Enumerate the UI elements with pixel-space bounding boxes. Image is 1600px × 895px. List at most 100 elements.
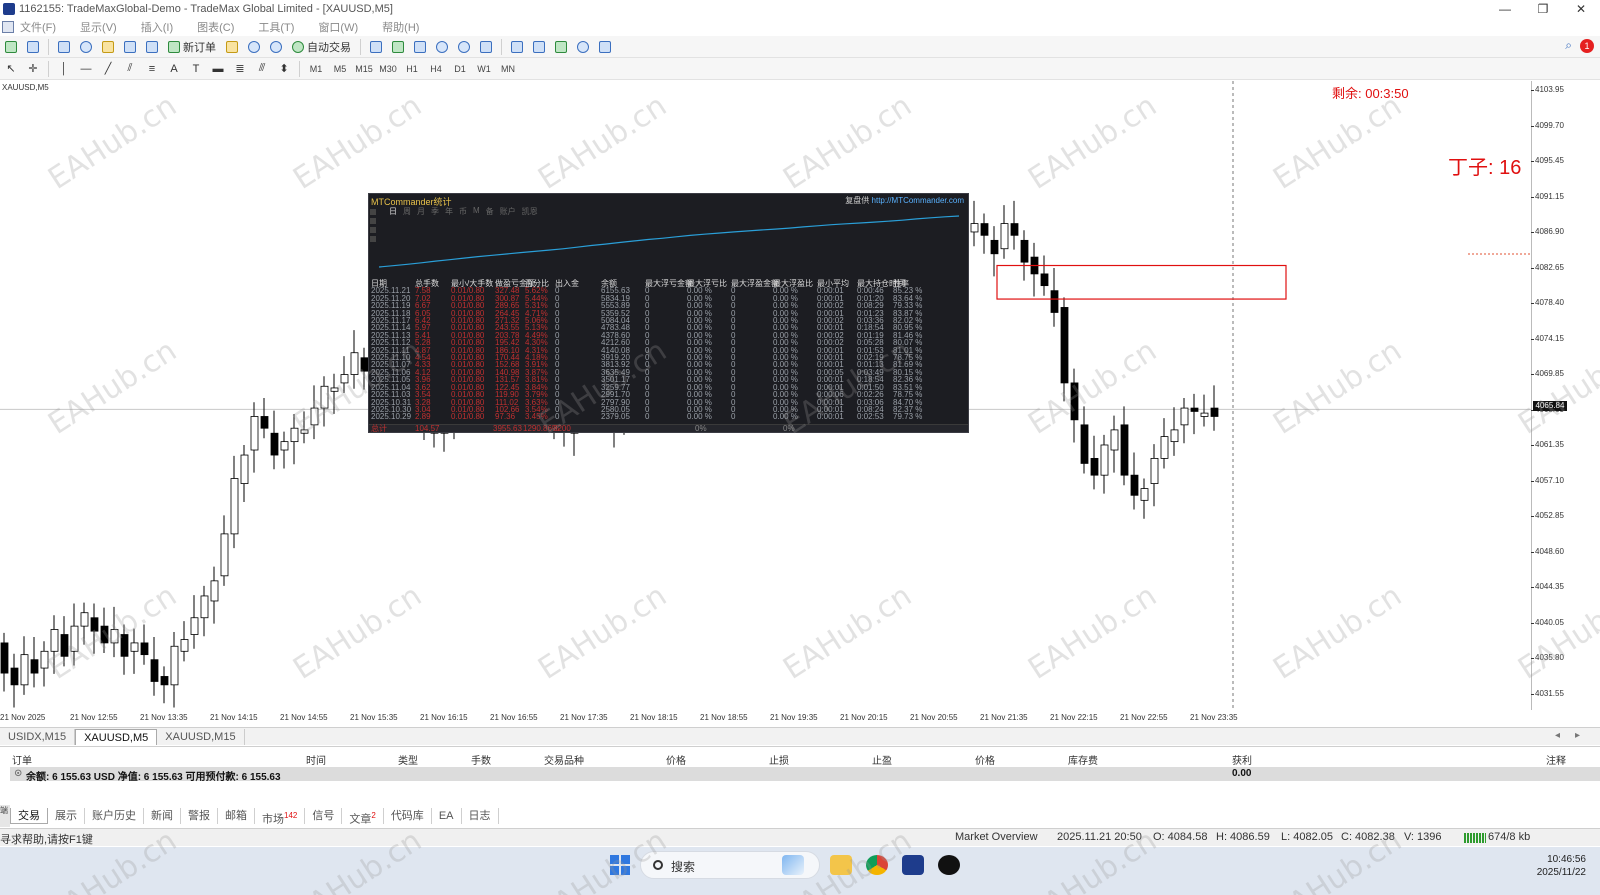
price-chart[interactable]: XAUUSD,M5 剩余: 00:3:50 丁子: 16 MTCommander… [0,81,1532,710]
menu-help[interactable]: 帮助(H) [382,19,419,35]
text-icon[interactable]: A [164,60,184,78]
chart-tab-xauusd-m15[interactable]: XAUUSD,M15 [157,729,245,745]
market-watch-icon[interactable] [54,38,74,56]
horizontal-line-icon[interactable]: — [76,60,96,78]
mtc-url-link[interactable]: http://MTCommander.com [872,196,964,205]
col-price[interactable]: 价格 [666,752,686,767]
col-profit[interactable]: 获利 [1232,752,1252,767]
periods-icon[interactable] [573,38,593,56]
timeframe-m30[interactable]: M30 [377,60,399,78]
col-tp[interactable]: 止盈 [872,752,892,767]
auto-trading-button[interactable]: 自动交易 [288,38,355,56]
timeframe-d1[interactable]: D1 [449,60,471,78]
menu-window[interactable]: 窗口(W) [318,19,358,35]
timeframe-w1[interactable]: W1 [473,60,495,78]
tile-windows-icon[interactable] [476,38,496,56]
menu-file[interactable]: 文件(F) [20,19,56,35]
label-icon[interactable]: T [186,60,206,78]
timeframe-mn[interactable]: MN [497,60,519,78]
widgets-icon[interactable] [782,855,804,875]
col-type[interactable]: 类型 [398,752,418,767]
menu-tools[interactable]: 工具(T) [258,19,294,35]
timeframe-m5[interactable]: M5 [329,60,351,78]
col-current-price[interactable]: 价格 [975,752,995,767]
cursor-icon[interactable]: ↖ [1,60,21,78]
new-order-button[interactable]: 新订单 [164,38,220,56]
menu-view[interactable]: 显示(V) [80,19,117,35]
rectangle-icon[interactable]: ▬ [208,60,228,78]
col-time[interactable]: 时间 [306,752,326,767]
zoom-in-icon[interactable] [432,38,452,56]
profiles-icon[interactable] [23,38,43,56]
mtcommander-panel[interactable]: MTCommander统计 复盘供 http://MTCommander.com… [368,193,969,433]
pitchfork-icon[interactable]: ⫻ [252,60,272,78]
col-swap[interactable]: 库存费 [1068,752,1098,767]
balance-row[interactable]: ⊙ 余额: 6 155.63 USD 净值: 6 155.63 可用预付款: 6… [10,767,1600,783]
windows-start-icon[interactable] [610,855,630,875]
col-lots[interactable]: 手数 [471,752,491,767]
col-sl[interactable]: 止损 [769,752,789,767]
col-comment[interactable]: 注释 [1546,752,1566,767]
crosshair-icon[interactable]: ✛ [23,60,43,78]
vertical-line-icon[interactable]: │ [54,60,74,78]
minimize-button[interactable]: — [1486,0,1524,18]
signals-icon[interactable] [266,38,286,56]
terminal-tab[interactable]: 警报 [181,808,218,824]
candlestick-icon[interactable] [388,38,408,56]
indicators-icon[interactable] [551,38,571,56]
connection-bars-icon[interactable] [1464,833,1486,843]
data-window-icon[interactable] [76,38,96,56]
gann-icon[interactable]: ≣ [230,60,250,78]
metatrader-icon[interactable] [902,855,924,875]
qq-icon[interactable] [938,855,960,875]
chart-shift-icon[interactable] [529,38,549,56]
terminal-tab[interactable]: 账户历史 [85,808,144,824]
terminal-tab[interactable]: 日志 [462,808,499,824]
terminal-tab[interactable]: 展示 [48,808,85,824]
templates-icon[interactable] [595,38,615,56]
new-chart-icon[interactable] [1,38,21,56]
taskbar-clock[interactable]: 10:46:56 2025/11/22 [1537,853,1586,879]
menu-chart[interactable]: 图表(C) [197,19,234,35]
status-profile[interactable]: Market Overview [955,831,1038,843]
navigator-icon[interactable] [98,38,118,56]
terminal-tab[interactable]: 邮箱 [218,808,255,824]
document-icon[interactable] [2,21,14,33]
chart-tab-xauusd-m5[interactable]: XAUUSD,M5 [75,729,158,745]
notification-badge[interactable]: 1 [1580,38,1594,53]
zoom-out-icon[interactable] [454,38,474,56]
terminal-tab[interactable]: 新闻 [144,808,181,824]
timeframe-m15[interactable]: M15 [353,60,375,78]
arrows-icon[interactable]: ⬍ [274,60,294,78]
timeframe-h4[interactable]: H4 [425,60,447,78]
chart-tab-usidx-m15[interactable]: USIDX,M15 [0,729,76,745]
terminal-tab[interactable]: 文章2 [342,808,384,826]
fibonacci-icon[interactable]: ≡ [142,60,162,78]
terminal-tab[interactable]: 代码库 [384,808,432,824]
menu-insert[interactable]: 插入(I) [141,19,173,35]
file-explorer-icon[interactable] [830,855,852,875]
chart-tabs-scroll-left-icon[interactable]: ◂ [1555,730,1560,741]
col-symbol[interactable]: 交易品种 [544,752,584,767]
trendline-icon[interactable]: ╱ [98,60,118,78]
col-order[interactable]: 订单 [12,752,32,767]
bar-chart-icon[interactable] [366,38,386,56]
timeframe-h1[interactable]: H1 [401,60,423,78]
metaeditor-icon[interactable] [222,38,242,56]
search-icon[interactable]: ⌕ [1565,38,1572,53]
timeframe-m1[interactable]: M1 [305,60,327,78]
terminal-tab[interactable]: 信号 [305,808,343,824]
terminal-tab[interactable]: EA [432,808,462,824]
community-icon[interactable] [244,38,264,56]
terminal-icon[interactable] [120,38,140,56]
highlight-rectangle[interactable] [996,264,1287,300]
autoscroll-icon[interactable] [507,38,527,56]
close-button[interactable]: ✕ [1562,0,1600,18]
chrome-icon[interactable] [866,855,888,875]
strategy-tester-icon[interactable] [142,38,162,56]
line-chart-icon[interactable] [410,38,430,56]
terminal-tab[interactable]: 市场142 [255,808,306,826]
channel-icon[interactable]: ⫽ [120,60,140,78]
chart-tabs-scroll-right-icon[interactable]: ▸ [1575,730,1580,741]
terminal-tab[interactable]: 交易 [10,808,48,824]
